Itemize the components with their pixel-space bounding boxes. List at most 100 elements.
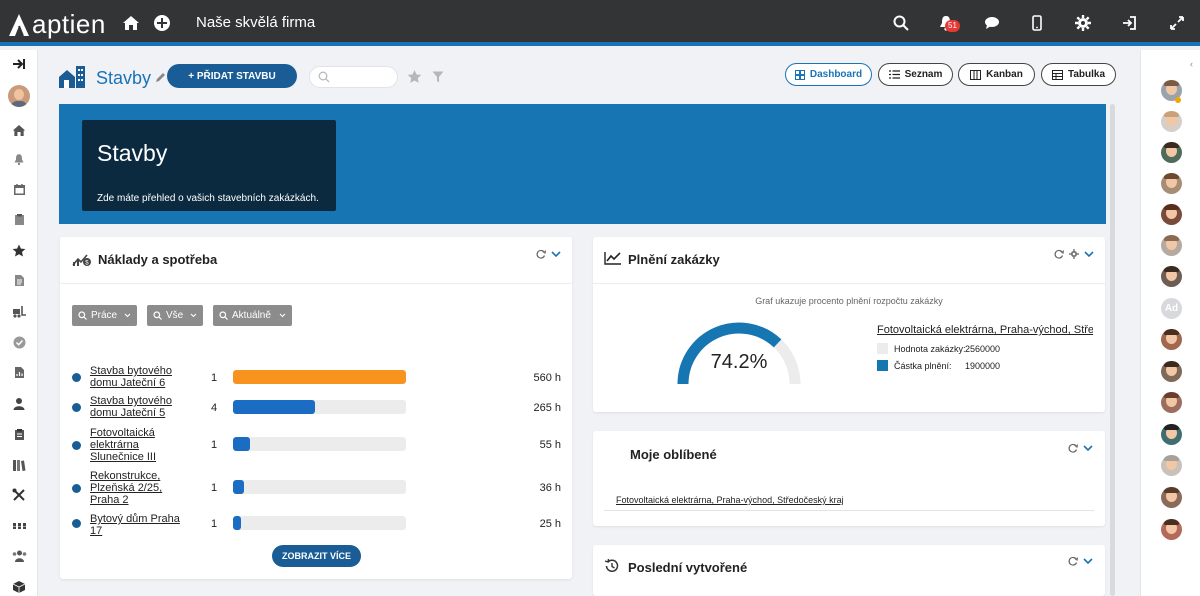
edit-pencil-icon[interactable] bbox=[155, 72, 166, 83]
row-dot bbox=[72, 519, 81, 528]
refresh-icon[interactable] bbox=[1068, 443, 1078, 453]
favorite-star-icon[interactable] bbox=[407, 69, 422, 84]
tools-icon[interactable] bbox=[11, 487, 27, 503]
apps-icon[interactable] bbox=[11, 518, 27, 534]
refresh-icon[interactable] bbox=[1068, 556, 1078, 566]
row-project-link[interactable]: Bytový dům Praha 17 bbox=[90, 513, 190, 537]
chevron-down-icon[interactable] bbox=[551, 250, 561, 258]
banner-subtitle: Zde máte přehled o vašich stavebních zak… bbox=[97, 193, 319, 204]
chat-icon[interactable] bbox=[981, 12, 1003, 34]
row-count: 1 bbox=[211, 372, 218, 384]
home-icon[interactable] bbox=[11, 122, 27, 138]
filter-work-dropdown[interactable]: Práce bbox=[72, 305, 137, 326]
team-icon[interactable] bbox=[11, 548, 27, 564]
view-list-button[interactable]: Seznam bbox=[878, 63, 953, 86]
legend-swatch bbox=[877, 343, 888, 354]
chevron-down-icon[interactable] bbox=[1084, 250, 1094, 258]
row-bar bbox=[233, 516, 406, 530]
team-avatar[interactable] bbox=[1161, 111, 1182, 132]
team-avatar[interactable] bbox=[1161, 361, 1182, 382]
team-avatar[interactable] bbox=[1161, 424, 1182, 445]
buildings-icon bbox=[59, 66, 85, 88]
filter-work-label: Práce bbox=[91, 310, 118, 321]
gauge-project-link[interactable]: Fotovoltaická elektrárna, Praha-východ, … bbox=[877, 324, 1093, 336]
refresh-icon[interactable] bbox=[536, 249, 546, 259]
filter-period-dropdown[interactable]: Aktuálně bbox=[213, 305, 292, 326]
team-avatar[interactable] bbox=[1161, 173, 1182, 194]
top-bar: aptien Naše skvělá firma 51 bbox=[0, 0, 1200, 46]
dashboard-icon bbox=[794, 69, 805, 80]
page-banner: Stavby Zde máte přehled o vašich stavebn… bbox=[59, 104, 1106, 224]
chevron-down-icon[interactable] bbox=[1083, 444, 1093, 452]
report-icon[interactable] bbox=[11, 364, 27, 380]
team-avatar[interactable] bbox=[1161, 455, 1182, 476]
team-avatar[interactable] bbox=[1161, 266, 1182, 287]
document-icon[interactable] bbox=[11, 272, 27, 288]
team-avatar[interactable] bbox=[1161, 519, 1182, 540]
row-count: 1 bbox=[211, 439, 218, 451]
filter-icon[interactable] bbox=[432, 71, 444, 83]
row-project-link[interactable]: Rekonstrukce, Plzeňská 2/25, Praha 2 bbox=[90, 470, 190, 506]
gear-icon[interactable] bbox=[1069, 249, 1079, 259]
row-project-link[interactable]: Fotovoltaická elektrárna Slunečnice III bbox=[90, 427, 190, 463]
mobile-icon[interactable] bbox=[1026, 12, 1048, 34]
star-icon[interactable] bbox=[11, 242, 27, 258]
team-avatar[interactable] bbox=[1161, 204, 1182, 225]
banner-title: Stavby bbox=[97, 140, 168, 166]
clipboard-list-icon[interactable] bbox=[11, 426, 27, 442]
team-avatar[interactable] bbox=[1161, 487, 1182, 508]
chevron-down-icon[interactable] bbox=[1083, 557, 1093, 565]
cost-row: Stavba bytového domu Jateční 6 1 560 h bbox=[60, 364, 572, 392]
company-name[interactable]: Naše skvělá firma bbox=[196, 14, 315, 31]
plus-circle-icon[interactable] bbox=[151, 12, 173, 34]
add-building-button[interactable]: + PŘIDAT STAVBU bbox=[167, 64, 297, 88]
costs-controls bbox=[536, 249, 561, 259]
calendar-icon[interactable] bbox=[11, 181, 27, 197]
line-chart-icon bbox=[604, 252, 621, 265]
user-avatar[interactable] bbox=[8, 85, 30, 107]
list-icon bbox=[888, 70, 900, 79]
row-dot bbox=[72, 373, 81, 382]
app-logo[interactable]: aptien bbox=[8, 9, 106, 40]
view-table-label: Tabulka bbox=[1067, 69, 1106, 80]
show-more-button[interactable]: ZOBRAZIT VÍCE bbox=[272, 545, 361, 567]
favorite-item-link[interactable]: Fotovoltaická elektrárna, Praha-východ, … bbox=[616, 495, 844, 505]
search-box[interactable] bbox=[309, 66, 398, 88]
team-avatar-initials[interactable]: Ad bbox=[1161, 298, 1182, 319]
home-icon[interactable] bbox=[120, 12, 142, 34]
row-bar-fill bbox=[233, 516, 241, 530]
logout-icon[interactable] bbox=[1118, 12, 1140, 34]
forklift-icon[interactable] bbox=[11, 303, 27, 319]
bell-icon[interactable] bbox=[11, 151, 27, 167]
row-project-link[interactable]: Stavba bytového domu Jateční 6 bbox=[90, 365, 190, 389]
notification-badge: 51 bbox=[945, 20, 960, 32]
team-avatar[interactable] bbox=[1161, 235, 1182, 256]
person-icon[interactable] bbox=[11, 395, 27, 411]
row-dot bbox=[72, 484, 81, 493]
view-table-button[interactable]: Tabulka bbox=[1041, 63, 1116, 86]
books-icon[interactable] bbox=[11, 457, 27, 473]
arrow-right-icon[interactable] bbox=[11, 56, 27, 72]
row-bar-fill bbox=[233, 370, 406, 384]
collapse-chevron-icon[interactable]: ‹ bbox=[1190, 59, 1193, 69]
banner-card: Stavby Zde máte přehled o vašich stavebn… bbox=[82, 120, 336, 211]
filter-all-dropdown[interactable]: Vše bbox=[147, 305, 203, 326]
scrollbar[interactable] bbox=[1110, 104, 1115, 596]
kanban-icon bbox=[970, 69, 982, 80]
fullscreen-icon[interactable] bbox=[1166, 12, 1188, 34]
view-kanban-button[interactable]: Kanban bbox=[958, 63, 1035, 86]
check-circle-icon[interactable] bbox=[11, 334, 27, 350]
search-icon[interactable] bbox=[890, 12, 912, 34]
box-icon[interactable] bbox=[11, 578, 27, 594]
clipboard-icon[interactable] bbox=[11, 211, 27, 227]
view-dashboard-button[interactable]: Dashboard bbox=[785, 63, 872, 86]
refresh-icon[interactable] bbox=[1054, 249, 1064, 259]
row-project-link[interactable]: Stavba bytového domu Jateční 5 bbox=[90, 395, 190, 419]
chevron-down-icon bbox=[190, 313, 197, 318]
team-avatar[interactable] bbox=[1161, 142, 1182, 163]
gear-icon[interactable] bbox=[1072, 12, 1094, 34]
search-input[interactable] bbox=[336, 68, 396, 86]
team-avatar[interactable] bbox=[1161, 392, 1182, 413]
legend-contract-value: Hodnota zakázky: 2560000 bbox=[877, 343, 1097, 354]
team-avatar[interactable] bbox=[1161, 329, 1182, 350]
